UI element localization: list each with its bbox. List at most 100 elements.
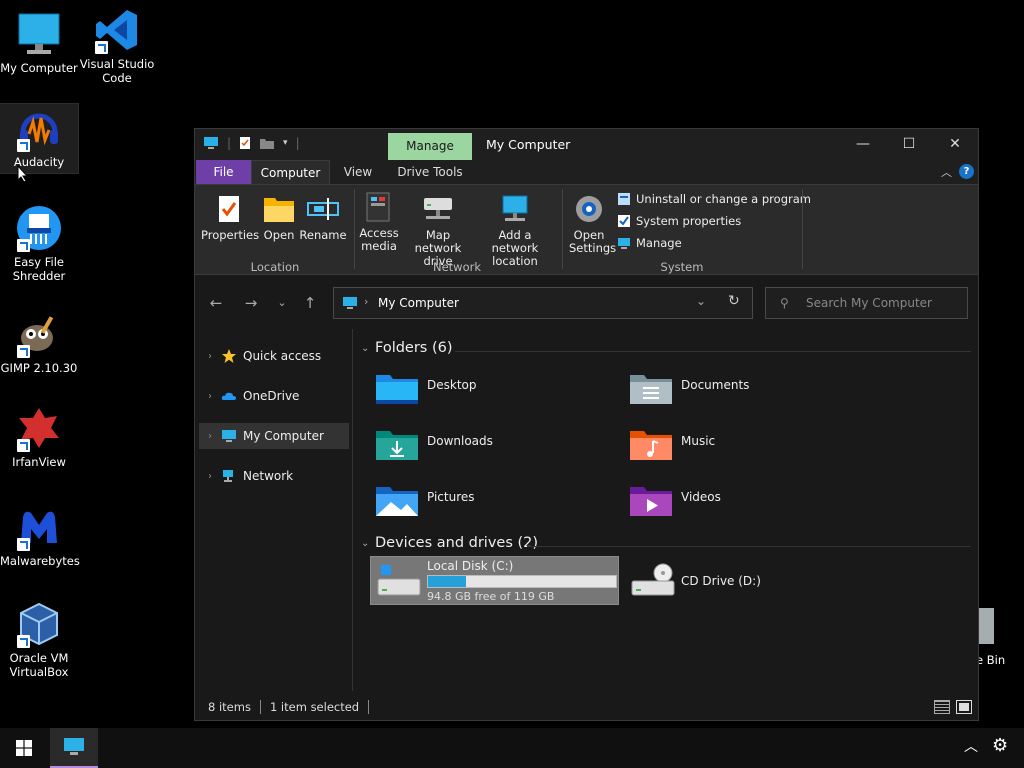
nav-item-quick-access[interactable]: › Quick access xyxy=(199,343,349,369)
forward-button[interactable]: → xyxy=(240,287,262,319)
desktop-icon-vscode[interactable]: Visual Studio Code xyxy=(78,6,156,85)
show-hidden-icons-button[interactable]: ︿ xyxy=(964,736,978,756)
address-dropdown-icon[interactable]: ⌄ xyxy=(696,294,706,308)
desktop-icon-my-computer[interactable]: My Computer xyxy=(0,10,78,75)
group-label-system: System xyxy=(660,260,704,274)
folder-pictures[interactable]: Pictures xyxy=(375,482,615,522)
properties-icon xyxy=(212,192,246,226)
new-folder-qa-icon[interactable] xyxy=(259,137,275,150)
properties-button[interactable]: Properties xyxy=(201,192,259,242)
rename-button[interactable]: Rename xyxy=(299,192,347,242)
star-icon xyxy=(221,348,237,364)
access-media-button[interactable]: Access media xyxy=(358,190,400,253)
map-network-drive-button[interactable]: Map network drive xyxy=(402,192,474,268)
tab-manage-context[interactable]: Manage xyxy=(388,133,472,160)
qa-dropdown-icon[interactable]: ▾ xyxy=(283,138,288,148)
desktop-icon-virtualbox[interactable]: Oracle VM VirtualBox xyxy=(0,600,78,679)
details-view-icon[interactable] xyxy=(934,700,950,714)
search-input[interactable]: ⚲ Search My Computer xyxy=(765,287,968,319)
desktop-icon-irfanview[interactable]: IrfanView xyxy=(0,404,78,469)
nav-item-my-computer[interactable]: › My Computer xyxy=(199,423,349,449)
cloud-icon xyxy=(221,388,237,404)
network-drive-icon xyxy=(421,192,455,226)
drive-c-name: Local Disk (C:) xyxy=(427,558,514,573)
nav-item-onedrive[interactable]: › OneDrive xyxy=(199,383,349,409)
navigation-pane: › Quick access › OneDrive › My Computer … xyxy=(195,329,353,691)
large-icons-view-icon[interactable] xyxy=(956,700,972,714)
tab-drive-tools[interactable]: Drive Tools xyxy=(388,160,472,184)
expand-chevron-icon[interactable]: › xyxy=(199,471,221,482)
documents-folder-icon xyxy=(629,370,673,406)
collapse-chevron-icon[interactable]: ⌄ xyxy=(361,343,373,354)
computer-icon xyxy=(64,738,84,755)
address-path[interactable]: My Computer xyxy=(378,296,459,310)
folders-section-header[interactable]: ⌄ Folders (6) xyxy=(361,340,453,356)
taskbar-explorer-button[interactable] xyxy=(50,728,98,768)
manage-button[interactable]: Manage xyxy=(617,236,682,250)
drive-c[interactable]: Local Disk (C:) 94.8 GB free of 119 GB xyxy=(370,556,619,605)
minimize-button[interactable]: — xyxy=(840,129,886,160)
hard-drive-icon xyxy=(377,563,421,599)
tab-computer[interactable]: Computer xyxy=(251,160,330,184)
expand-chevron-icon[interactable]: › xyxy=(199,351,221,362)
folder-desktop[interactable]: Desktop xyxy=(375,370,615,410)
network-location-icon xyxy=(498,192,532,226)
collapse-ribbon-icon[interactable]: ︿ xyxy=(941,164,952,180)
add-network-location-button[interactable]: Add a network location xyxy=(476,192,554,268)
virtualbox-icon xyxy=(15,600,63,648)
drives-section-header[interactable]: ⌄ Devices and drives (2) xyxy=(361,535,538,551)
folder-videos[interactable]: Videos xyxy=(629,482,869,522)
close-button[interactable]: ✕ xyxy=(932,129,978,160)
gimp-icon xyxy=(15,310,63,358)
address-row: ← → ⌄ ↑ › My Computer ⌄ ↻ ⚲ Search My Co… xyxy=(195,287,978,321)
expand-chevron-icon[interactable]: › xyxy=(199,391,221,402)
address-bar[interactable]: › My Computer ⌄ ↻ xyxy=(333,287,753,319)
open-button[interactable]: Open xyxy=(259,192,299,242)
expand-chevron-icon[interactable]: › xyxy=(199,431,221,442)
desktop-icon-easy-file-shredder[interactable]: Easy File Shredder xyxy=(0,204,78,283)
window-title: My Computer xyxy=(486,137,571,152)
folder-documents[interactable]: Documents xyxy=(629,370,869,410)
desktop-icon-label: Oracle VM VirtualBox xyxy=(9,651,69,679)
up-button[interactable]: ↑ xyxy=(299,287,321,319)
desktop-icon-label: Audacity xyxy=(13,155,65,169)
back-button[interactable]: ← xyxy=(205,287,227,319)
shortcut-arrow-icon xyxy=(17,345,30,358)
maximize-button[interactable]: ☐ xyxy=(886,129,932,160)
desktop-icon-gimp[interactable]: GIMP 2.10.30 xyxy=(0,310,78,375)
media-icon xyxy=(362,190,396,224)
tab-view[interactable]: View xyxy=(335,160,381,184)
folder-music[interactable]: Music xyxy=(629,426,869,466)
group-label-network: Network xyxy=(432,260,482,274)
shortcut-arrow-icon xyxy=(17,538,30,551)
properties-qa-icon[interactable] xyxy=(239,136,251,150)
taskbar: ︿ ⚙ xyxy=(0,728,1024,768)
nav-item-network[interactable]: › Network xyxy=(199,463,349,489)
desktop-icon-audacity[interactable]: Audacity xyxy=(0,103,79,174)
drive-c-usage-bar xyxy=(427,574,617,588)
desktop-icon-malwarebytes[interactable]: Malwarebytes xyxy=(0,503,80,568)
item-count: 8 items xyxy=(208,700,251,714)
tab-file[interactable]: File xyxy=(196,160,251,184)
recent-locations-button[interactable]: ⌄ xyxy=(271,287,293,319)
system-properties-button[interactable]: System properties xyxy=(617,214,741,228)
shortcut-arrow-icon xyxy=(17,239,30,252)
search-icon: ⚲ xyxy=(780,296,789,310)
recycle-bin-icon xyxy=(976,602,996,650)
status-bar: 8 items 1 item selected xyxy=(195,694,978,720)
selection-count: 1 item selected xyxy=(269,700,360,714)
windows-logo-icon xyxy=(16,740,32,756)
collapse-chevron-icon[interactable]: ⌄ xyxy=(361,538,373,549)
start-button[interactable] xyxy=(0,728,48,768)
computer-icon xyxy=(221,428,237,444)
drive-d[interactable]: CD Drive (D:) xyxy=(625,556,865,605)
settings-gear-icon[interactable]: ⚙ xyxy=(992,735,1008,756)
refresh-icon[interactable]: ↻ xyxy=(728,293,740,309)
help-icon[interactable]: ? xyxy=(959,164,974,179)
uninstall-program-button[interactable]: Uninstall or change a program xyxy=(617,192,811,206)
shortcut-arrow-icon xyxy=(17,635,30,648)
pictures-folder-icon xyxy=(375,482,419,518)
videos-folder-icon xyxy=(629,482,673,518)
open-settings-button[interactable]: Open Settings xyxy=(567,192,616,255)
folder-downloads[interactable]: Downloads xyxy=(375,426,615,466)
